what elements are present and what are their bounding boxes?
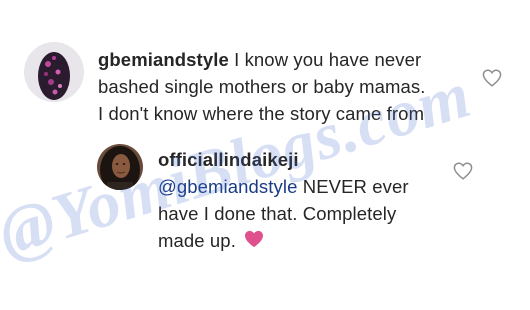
- comment-gbemiandstyle: gbemiandstyle I know you have never bash…: [0, 0, 530, 140]
- comment-line-3: I don't know where the story came from: [98, 103, 425, 124]
- pink-heart-emoji: [245, 230, 264, 248]
- comment-line-1: I know you have never: [234, 49, 422, 70]
- like-button-comment-2[interactable]: [453, 162, 473, 180]
- reply-line-3: made up.: [158, 230, 236, 251]
- username-gbemiandstyle[interactable]: gbemiandstyle: [98, 49, 229, 70]
- avatar-officiallindaikeji[interactable]: [97, 144, 143, 190]
- reply-line-1: NEVER ever: [302, 176, 409, 197]
- like-button-comment-1[interactable]: [482, 69, 502, 87]
- username-officiallindaikeji[interactable]: officiallindaikeji: [158, 149, 299, 170]
- heart-outline-icon: [453, 162, 473, 180]
- comment-line-2: bashed single mothers or baby mamas.: [98, 76, 426, 97]
- heart-outline-icon: [482, 69, 502, 87]
- comment-body-gbemiandstyle: gbemiandstyle I know you have never bash…: [98, 46, 493, 127]
- mention-gbemiandstyle[interactable]: @gbemiandstyle: [158, 176, 297, 197]
- reply-line-2: have I done that. Completely: [158, 203, 397, 224]
- comment-body-officiallindaikeji: officiallindaikeji @gbemiandstyle NEVER …: [158, 146, 458, 254]
- avatar-gbemiandstyle[interactable]: [24, 42, 84, 102]
- comment-officiallindaikeji: officiallindaikeji @gbemiandstyle NEVER …: [0, 140, 530, 310]
